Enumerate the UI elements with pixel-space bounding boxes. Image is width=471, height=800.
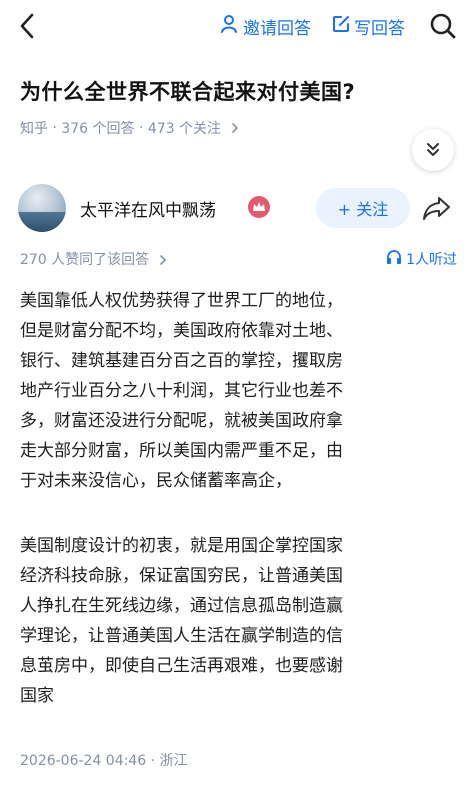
text-line: 银行、建筑基建百分百之百的掌控，攫取房	[20, 351, 343, 371]
text-line: 息茧房中，即使自己生活再艰难，也要感谢	[20, 656, 343, 676]
author-row: 太平洋在风中飘荡 + 关注	[18, 184, 458, 232]
follower-count: 473 个关注	[147, 121, 222, 137]
vote-count[interactable]: 270 人赞同了该回答	[20, 249, 169, 269]
meta-separator: ·	[138, 120, 148, 136]
text-line: 美国制度设计的初衷，就是用国企掌控国家	[20, 536, 343, 556]
author-name[interactable]: 太平洋在风中飘荡	[80, 196, 216, 221]
headphones-icon	[386, 249, 406, 269]
text-line: 于对未来没信心，民众储蓄率高企，	[20, 471, 292, 491]
chevron-double-down-icon[interactable]	[412, 129, 454, 171]
back-arrow-icon[interactable]	[14, 12, 42, 40]
invite-person-icon	[220, 14, 243, 39]
answer-paragraph: 美国制度设计的初衷，就是用国企掌控国家 经济科技命脉，保证富国穷民，让普通美国 …	[20, 531, 460, 711]
question-title[interactable]: 为什么全世界不联合起来对付美国?	[20, 76, 355, 106]
follow-button[interactable]: + 关注	[316, 188, 410, 228]
edit-icon	[331, 14, 354, 39]
avatar[interactable]	[18, 184, 66, 232]
answer-count: 376 个回答	[61, 121, 135, 137]
text-line: 学理论，让普通美国人生活在赢学制造的信	[20, 626, 343, 646]
text-line: 地产行业百分之八十利润，其它行业也差不	[20, 381, 343, 401]
chevron-right-icon	[154, 252, 169, 268]
chevron-right-icon	[226, 120, 241, 136]
question-source: 知乎	[20, 121, 48, 137]
write-answer-label: 写回答	[354, 18, 405, 39]
text-line: 美国靠低人权优势获得了世界工厂的地位，	[20, 291, 343, 311]
listen-count: 1人听过	[406, 252, 457, 268]
answer-paragraph: 美国靠低人权优势获得了世界工厂的地位， 但是财富分配不均，美国政府依靠对土地、 …	[20, 286, 460, 496]
text-line: 但是财富分配不均，美国政府依靠对土地、	[20, 321, 343, 341]
answer-timestamp: 2026-06-24 04:46 · 浙江	[20, 753, 188, 769]
vote-count-label: 270 人赞同了该回答	[20, 252, 150, 268]
top-bar: 邀请回答 写回答	[0, 0, 471, 52]
text-line: 人挣扎在生死线边缘，通过信息孤岛制造赢	[20, 596, 343, 616]
write-answer-button[interactable]: 写回答	[331, 14, 405, 39]
text-line: 国家	[20, 686, 54, 706]
share-icon[interactable]	[422, 194, 452, 222]
invite-answer-label: 邀请回答	[243, 18, 311, 39]
text-line: 经济科技命脉，保证富国穷民，让普通美国	[20, 566, 343, 586]
text-line: 多，财富还没进行分配呢，就被美国政府拿	[20, 411, 343, 431]
invite-answer-button[interactable]: 邀请回答	[220, 14, 311, 39]
listen-button[interactable]: 1人听过	[386, 249, 457, 269]
question-meta[interactable]: 知乎 · 376 个回答 · 473 个关注	[20, 118, 241, 138]
vip-badge-icon	[248, 196, 270, 218]
text-line: 走大部分财富，所以美国内需严重不足，由	[20, 441, 343, 461]
search-icon[interactable]	[429, 12, 457, 40]
